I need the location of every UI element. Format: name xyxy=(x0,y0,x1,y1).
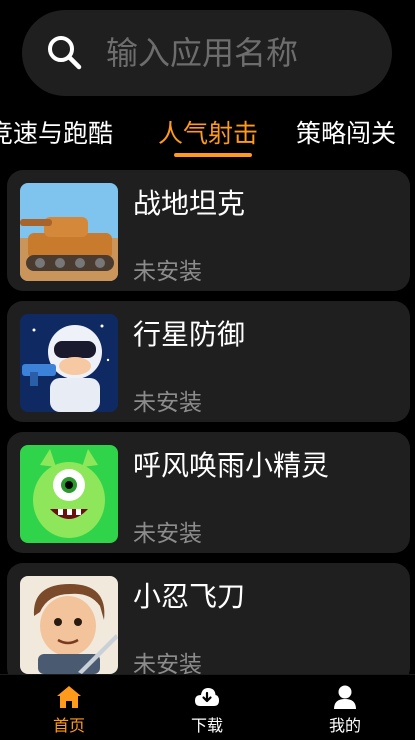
app-thumbnail-ninja xyxy=(20,576,118,674)
search-bar[interactable] xyxy=(22,10,392,96)
app-card[interactable]: 小忍飞刀 未安装 xyxy=(7,563,410,674)
search-input[interactable] xyxy=(106,28,376,78)
app-list: 战地坦克 未安装 行星防御 未安装 呼风唤雨小精灵 未安装 小忍飞刀 未安装 xyxy=(0,170,415,674)
nav-label: 首页 xyxy=(52,716,85,735)
category-tabs: 竞速与跑酷 人气射击 策略闯关 xyxy=(0,108,415,160)
install-status: 未安装 xyxy=(133,259,202,285)
install-status: 未安装 xyxy=(133,521,202,547)
home-icon xyxy=(57,686,81,708)
install-status: 未安装 xyxy=(133,390,202,416)
nav-label: 我的 xyxy=(328,716,361,735)
app-thumbnail-tank xyxy=(20,183,118,281)
app-name: 小忍飞刀 xyxy=(133,580,246,613)
tab-racing-parkour[interactable]: 竞速与跑酷 xyxy=(0,114,113,150)
app-name: 战地坦克 xyxy=(133,187,246,220)
user-icon xyxy=(334,685,356,709)
nav-home[interactable]: 首页 xyxy=(0,675,138,740)
download-cloud-icon xyxy=(195,688,219,706)
app-name: 行星防御 xyxy=(133,318,246,351)
app-name: 呼风唤雨小精灵 xyxy=(133,449,330,482)
search-icon[interactable] xyxy=(44,32,84,72)
active-tab-indicator xyxy=(174,153,252,157)
tab-strategy-levels[interactable]: 策略闯关 xyxy=(296,114,396,150)
nav-downloads[interactable]: 下载 xyxy=(138,675,276,740)
bottom-nav: 首页 下载 我的 xyxy=(0,674,415,740)
nav-profile[interactable]: 我的 xyxy=(276,675,414,740)
tab-popular-shooting[interactable]: 人气射击 xyxy=(158,114,258,150)
app-thumbnail-monster xyxy=(20,445,118,543)
app-thumbnail-astronaut xyxy=(20,314,118,412)
app-card[interactable]: 呼风唤雨小精灵 未安装 xyxy=(7,432,410,553)
app-card[interactable]: 行星防御 未安装 xyxy=(7,301,410,422)
install-status: 未安装 xyxy=(133,652,202,674)
app-card[interactable]: 战地坦克 未安装 xyxy=(7,170,410,291)
nav-label: 下载 xyxy=(190,716,223,735)
